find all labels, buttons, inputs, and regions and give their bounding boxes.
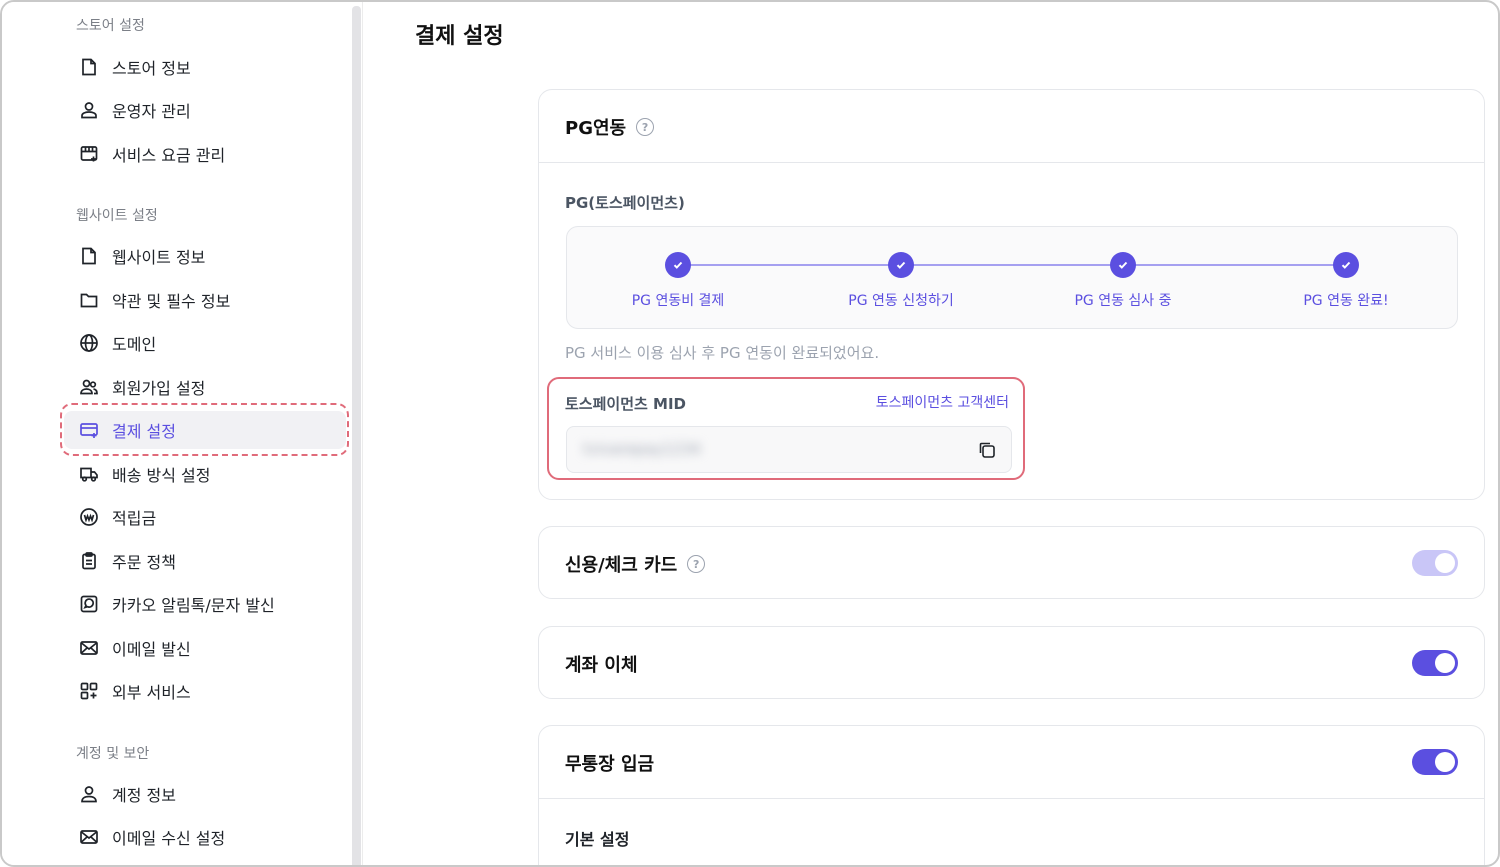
section-title-store: 스토어 설정 (76, 18, 145, 34)
apps-icon (78, 680, 100, 702)
sidebar-item-label: 서비스 요금 관리 (112, 146, 226, 165)
sidebar-item-operators[interactable]: 운영자 관리 (64, 91, 346, 129)
sidebar-item-label: 운영자 관리 (112, 102, 191, 121)
mid-section: 토스페이먼츠 MID 토스페이먼츠 고객센터 tvivarepay1234 (547, 377, 1025, 480)
bank-transfer-toggle[interactable] (1412, 650, 1458, 676)
pg-provider-label: PG(토스페이먼츠) (565, 194, 685, 212)
step-2: PG 연동 신청하기 (801, 252, 1001, 310)
sidebar-item-external[interactable]: 외부 서비스 (64, 672, 346, 710)
step-label: PG 연동 신청하기 (848, 293, 954, 309)
mail-icon (78, 637, 100, 659)
bank-transfer-title: 계좌 이체 (565, 655, 638, 676)
pg-status-note: PG 서비스 이용 심사 후 PG 연동이 완료되었어요. (565, 344, 880, 362)
sidebar-item-billing[interactable]: 서비스 요금 관리 (64, 135, 346, 173)
sidebar-divider (362, 2, 363, 865)
step-label: PG 연동 완료! (1303, 293, 1389, 309)
check-icon (1333, 252, 1359, 278)
sidebar-item-label: 적립금 (112, 509, 157, 528)
sidebar-item-label: 웹사이트 정보 (112, 248, 206, 267)
check-icon (1110, 252, 1136, 278)
sidebar-item-label: 계정 정보 (112, 786, 176, 805)
credit-card-title-text: 신용/체크 카드 (565, 555, 678, 576)
check-icon (888, 252, 914, 278)
sidebar-item-points[interactable]: 적립금 (64, 498, 346, 536)
toss-support-link[interactable]: 토스페이먼츠 고객센터 (876, 392, 1009, 412)
sidebar-item-signup[interactable]: 회원가입 설정 (64, 368, 346, 406)
sidebar-item-website-info[interactable]: 웹사이트 정보 (64, 237, 346, 275)
section-title-account: 계정 및 보안 (76, 746, 150, 762)
user-icon (78, 783, 100, 805)
step-4: PG 연동 완료! (1246, 252, 1446, 310)
document-icon (78, 56, 100, 78)
sidebar-scrollbar[interactable] (352, 6, 361, 865)
divider (539, 798, 1484, 799)
mid-label: 토스페이먼츠 MID (565, 395, 686, 413)
step-1: PG 연동비 결제 (578, 252, 778, 310)
credit-card-card: 신용/체크 카드 ? (538, 526, 1485, 599)
sidebar-item-label: 주문 정책 (112, 553, 176, 572)
deposit-toggle[interactable] (1412, 749, 1458, 775)
pg-card-title: PG연동 ? (565, 114, 655, 140)
bank-transfer-card: 계좌 이체 (538, 626, 1485, 699)
globe-icon (78, 332, 100, 354)
sidebar-item-store-info[interactable]: 스토어 정보 (64, 48, 346, 86)
step-label: PG 연동 심사 중 (1074, 293, 1172, 309)
highlight-outline (60, 403, 349, 456)
step-label: PG 연동비 결제 (631, 293, 725, 309)
truck-icon (78, 463, 100, 485)
mid-field[interactable]: tvivarepay1234 (566, 426, 1012, 473)
clipboard-icon (78, 550, 100, 572)
chat-icon (78, 593, 100, 615)
sidebar-item-email-send[interactable]: 이메일 발신 (64, 629, 346, 667)
default-settings-label: 기본 설정 (565, 830, 630, 849)
app-window: 스토어 설정 스토어 정보 운영자 관리 서비스 요금 관리 웹사이트 설정 웹… (0, 0, 1500, 867)
deposit-card: 무통장 입금 기본 설정 (538, 725, 1485, 865)
help-icon[interactable]: ? (687, 555, 706, 573)
deposit-title: 무통장 입금 (565, 754, 655, 775)
sidebar-item-email-receive[interactable]: 이메일 수신 설정 (64, 818, 346, 856)
user-manage-icon (78, 99, 100, 121)
sidebar-item-kakao[interactable]: 카카오 알림톡/문자 발신 (64, 585, 346, 623)
copy-icon[interactable] (977, 440, 997, 460)
credit-card-toggle[interactable] (1412, 550, 1458, 576)
sidebar-item-shipping[interactable]: 배송 방식 설정 (64, 455, 346, 493)
sidebar-item-label: 카카오 알림톡/문자 발신 (112, 596, 275, 615)
divider (539, 162, 1484, 163)
sidebar-item-label: 회원가입 설정 (112, 379, 206, 398)
users-icon (78, 376, 100, 398)
pg-steps: PG 연동비 결제 PG 연동 신청하기 PG 연동 심사 중 PG 연동 완료… (566, 226, 1458, 329)
sidebar-item-label: 스토어 정보 (112, 59, 191, 78)
sidebar-item-account-info[interactable]: 계정 정보 (64, 775, 346, 813)
sidebar-item-label: 도메인 (112, 335, 157, 354)
step-3: PG 연동 심사 중 (1023, 252, 1223, 310)
calendar-plus-icon (78, 143, 100, 165)
folder-icon (78, 289, 100, 311)
credit-card-title: 신용/체크 카드 ? (565, 551, 706, 577)
sidebar-item-order-policy[interactable]: 주문 정책 (64, 542, 346, 580)
sidebar-item-label: 외부 서비스 (112, 683, 191, 702)
sidebar-item-label: 약관 및 필수 정보 (112, 292, 231, 311)
sidebar-item-domain[interactable]: 도메인 (64, 324, 346, 362)
mail-icon (78, 826, 100, 848)
page-title: 결제 설정 (415, 24, 504, 49)
pg-card-title-text: PG연동 (565, 118, 627, 139)
document-icon (78, 245, 100, 267)
sidebar-item-label: 이메일 발신 (112, 640, 191, 659)
sidebar: 스토어 설정 스토어 정보 운영자 관리 서비스 요금 관리 웹사이트 설정 웹… (2, 2, 352, 865)
sidebar-item-terms[interactable]: 약관 및 필수 정보 (64, 281, 346, 319)
mid-value: tvivarepay1234 (583, 440, 701, 458)
coin-icon (78, 506, 100, 528)
check-icon (665, 252, 691, 278)
sidebar-item-label: 배송 방식 설정 (112, 466, 211, 485)
sidebar-item-label: 이메일 수신 설정 (112, 829, 226, 848)
section-title-website: 웹사이트 설정 (76, 208, 158, 224)
help-icon[interactable]: ? (636, 118, 655, 136)
